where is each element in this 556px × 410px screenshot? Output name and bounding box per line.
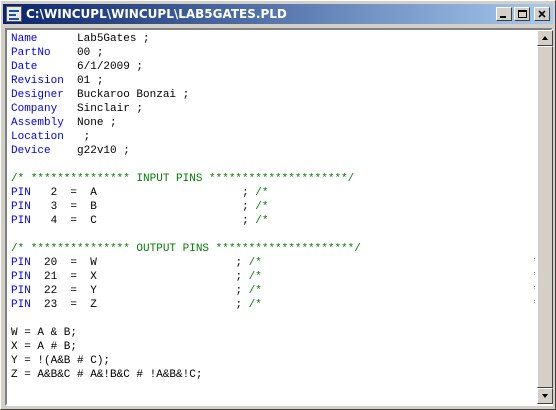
header-value: Sinclair ;: [77, 103, 144, 115]
pin-number: 4: [50, 215, 58, 227]
scroll-up-button[interactable]: [537, 30, 553, 46]
minimize-button[interactable]: [496, 7, 512, 21]
header-value: None ;: [77, 117, 117, 129]
code-line: W = A & B;: [11, 327, 77, 339]
pin-keyword: PIN: [11, 215, 38, 227]
pin-comment-open: /*: [248, 271, 262, 283]
section-banner: /* *************** OUTPUT PINS *********…: [11, 243, 361, 255]
header-value: Lab5Gates ;: [77, 33, 150, 45]
wincupl-app-icon[interactable]: [6, 6, 22, 22]
close-button[interactable]: [534, 7, 550, 21]
code-line: PIN 23 = Z ; /* */: [11, 299, 535, 311]
code-line: PIN 20 = W ; /* */: [11, 257, 535, 269]
pin-number: 3: [50, 201, 58, 213]
scroll-down-button[interactable]: [537, 388, 553, 404]
scroll-up-arrow-icon: [542, 36, 548, 40]
code-line: Z = A&B&C # A&!B&C # !A&B&!C;: [11, 369, 202, 381]
pin-keyword: PIN: [11, 257, 38, 269]
pin-name: Y: [90, 285, 97, 297]
header-key: Location: [11, 131, 78, 143]
pin-comment-open: /*: [248, 285, 262, 297]
header-value: 6/1/2009 ;: [77, 61, 144, 73]
pin-number: 20: [44, 257, 58, 269]
maximize-icon: [518, 10, 527, 18]
header-value: ;: [77, 131, 91, 143]
pin-comment-close: */: [533, 285, 535, 297]
pin-name: A: [90, 187, 97, 199]
header-key: Designer: [11, 89, 78, 101]
code-line: /* *************** OUTPUT PINS *********…: [11, 243, 361, 255]
code-line: PIN 22 = Y ; /* */: [11, 285, 535, 297]
header-key: PartNo: [11, 47, 78, 59]
pin-name: W: [90, 257, 97, 269]
code-line: PIN 3 = B ; /* */: [11, 201, 269, 213]
pin-comment-open: /*: [255, 215, 269, 227]
header-value: Buckaroo Bonzai ;: [77, 89, 190, 101]
section-banner: /* *************** INPUT PINS **********…: [11, 173, 355, 185]
pin-number: 23: [44, 299, 58, 311]
code-line: PIN 2 = A ; /* */: [11, 187, 269, 199]
pin-keyword: PIN: [11, 299, 38, 311]
minimize-icon: [500, 16, 506, 18]
scroll-down-arrow-icon: [542, 394, 548, 398]
header-value: g22v10 ;: [77, 145, 130, 157]
pin-comment-open: /*: [255, 187, 269, 199]
pin-comment-open: /*: [248, 257, 262, 269]
pin-number: 2: [50, 187, 58, 199]
equation: W = A & B;: [11, 327, 78, 339]
pin-keyword: PIN: [11, 285, 38, 297]
code-line: Location ;: [11, 131, 90, 143]
code-line: Name Lab5Gates ;: [11, 33, 150, 45]
client-area: Name Lab5Gates ; PartNo 00 ; Date 6/1/20…: [5, 28, 553, 406]
scrollbar-thumb[interactable]: [537, 46, 553, 388]
pin-keyword: PIN: [11, 187, 38, 199]
header-key: Device: [11, 145, 78, 157]
close-icon: [538, 10, 546, 18]
pin-name: C: [90, 215, 97, 227]
pin-name: Z: [90, 299, 97, 311]
code-line: Designer Buckaroo Bonzai ;: [11, 89, 189, 101]
pin-keyword: PIN: [11, 271, 38, 283]
title-bar[interactable]: C:\WINCUPL\WINCUPL\LAB5GATES.PLD: [3, 4, 553, 24]
pin-keyword: PIN: [11, 201, 38, 213]
pin-comment-close: */: [533, 271, 535, 283]
header-key: Company: [11, 103, 78, 115]
pin-number: 22: [44, 285, 58, 297]
vertical-scrollbar[interactable]: [537, 30, 553, 404]
code-line: PIN 4 = C ; /* */: [11, 215, 269, 227]
equation: Z = A&B&C # A&!B&C # !A&B&!C;: [11, 369, 203, 381]
source-code[interactable]: Name Lab5Gates ; PartNo 00 ; Date 6/1/20…: [11, 32, 535, 382]
code-line: Company Sinclair ;: [11, 103, 143, 115]
pin-comment-open: /*: [248, 299, 262, 311]
code-line: Revision 01 ;: [11, 75, 103, 87]
code-line: Y = !(A&B # C);: [11, 355, 110, 367]
code-line: PartNo 00 ;: [11, 47, 103, 59]
code-line: Date 6/1/2009 ;: [11, 61, 143, 73]
pin-comment-close: */: [533, 299, 535, 311]
pin-number: 21: [44, 271, 58, 283]
header-key: Revision: [11, 75, 78, 87]
editor-window: C:\WINCUPL\WINCUPL\LAB5GATES.PLD Name La…: [0, 0, 556, 410]
code-line: Assembly None ;: [11, 117, 117, 129]
header-value: 01 ;: [77, 75, 104, 87]
code-line: /* *************** INPUT PINS **********…: [11, 173, 354, 185]
header-key: Assembly: [11, 117, 78, 129]
pin-name: X: [90, 271, 97, 283]
window-title: C:\WINCUPL\WINCUPL\LAB5GATES.PLD: [26, 7, 287, 21]
code-line: X = A # B;: [11, 341, 77, 353]
equation: X = A # B;: [11, 341, 78, 353]
header-key: Name: [11, 33, 78, 45]
header-value: 00 ;: [77, 47, 104, 59]
pin-comment-open: /*: [255, 201, 269, 213]
pin-comment-close: */: [533, 257, 535, 269]
code-line: PIN 21 = X ; /* */: [11, 271, 535, 283]
maximize-button[interactable]: [514, 7, 530, 21]
equation: Y = !(A&B # C);: [11, 355, 111, 367]
pin-name: B: [90, 201, 97, 213]
code-editor[interactable]: Name Lab5Gates ; PartNo 00 ; Date 6/1/20…: [7, 30, 535, 404]
header-key: Date: [11, 61, 78, 73]
code-line: Device g22v10 ;: [11, 145, 130, 157]
